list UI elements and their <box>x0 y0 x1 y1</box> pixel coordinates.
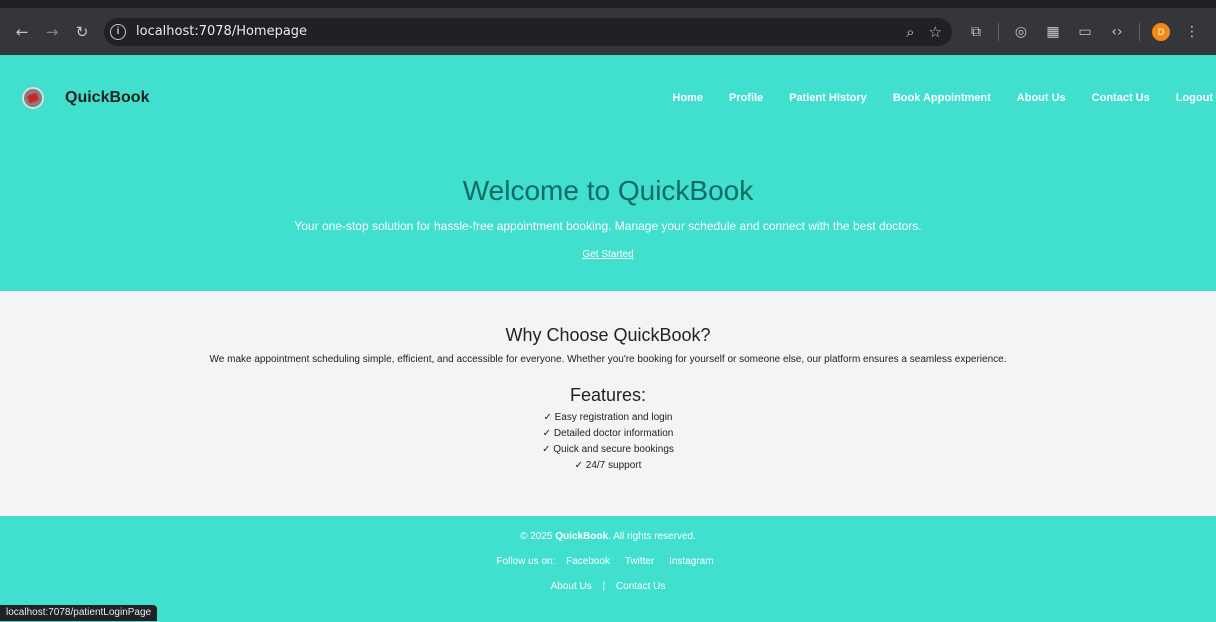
logo-icon <box>22 87 44 109</box>
features-title: Features: <box>569 385 647 405</box>
footer-links: About Us | Contact Us <box>0 581 1216 592</box>
nav-home[interactable]: Home <box>672 92 703 104</box>
nav-logout[interactable]: Logout <box>1176 92 1213 104</box>
nav-book-appointment[interactable]: Book Appointment <box>893 92 991 104</box>
navbar: QuickBook Home Profile Patient History B… <box>0 55 1216 141</box>
nav-links: Home Profile Patient History Book Appoin… <box>646 92 1216 104</box>
hero: Welcome to QuickBook Your one-stop solut… <box>0 141 1216 262</box>
feature-item: ✓ Quick and secure bookings <box>542 444 674 455</box>
qr-code-icon[interactable]: ▦ <box>1039 18 1067 46</box>
feature-item: ✓ Detailed doctor information <box>542 428 674 439</box>
nav-patient-history[interactable]: Patient History <box>789 92 867 104</box>
reload-icon[interactable]: ↻ <box>68 18 96 46</box>
zoom-icon[interactable]: ⌕ <box>906 23 914 41</box>
address-bar[interactable]: i localhost:7078/Homepage ⌕ ☆ <box>104 17 952 46</box>
footer-about-link[interactable]: About Us <box>551 581 592 592</box>
menu-kebab-icon[interactable]: ⋮ <box>1178 18 1206 46</box>
why-title: Why Choose QuickBook? <box>505 325 711 345</box>
nav-contact-us[interactable]: Contact Us <box>1092 92 1150 104</box>
nav-about-us[interactable]: About Us <box>1017 92 1066 104</box>
bookmark-star-icon[interactable]: ☆ <box>929 23 942 41</box>
browser-tab-strip <box>0 0 1216 8</box>
social-row: Follow us on: Facebook Twitter Instagram <box>0 556 1216 567</box>
facebook-link[interactable]: Facebook <box>566 556 610 567</box>
site-info-icon[interactable]: i <box>110 23 126 40</box>
footer-separator: | <box>602 581 606 592</box>
cast-icon[interactable]: ▭ <box>1071 18 1099 46</box>
features-list: ✓ Easy registration and login ✓ Detailed… <box>0 410 1216 474</box>
brand-name: QuickBook <box>65 89 150 106</box>
forward-arrow-icon[interactable]: → <box>38 18 66 46</box>
copyright-suffix: . All rights reserved. <box>608 531 696 542</box>
back-arrow-icon[interactable]: ← <box>8 18 36 46</box>
feature-item: ✓ 24/7 support <box>574 460 642 471</box>
lens-icon[interactable]: ◎ <box>1007 18 1035 46</box>
copyright-prefix: © 2025 <box>520 531 553 542</box>
devtools-icon[interactable]: ‹› <box>1103 18 1131 46</box>
toolbar-divider <box>998 22 999 41</box>
twitter-link[interactable]: Twitter <box>625 556 654 567</box>
follow-label: Follow us on: <box>496 556 556 567</box>
feature-item: ✓ Easy registration and login <box>543 412 673 423</box>
footer: © 2025 QuickBook. All rights reserved. F… <box>0 516 1216 622</box>
hero-subtitle: Your one-stop solution for hassle-free a… <box>294 219 922 233</box>
instagram-link[interactable]: Instagram <box>669 556 713 567</box>
browser-toolbar: ← → ↻ i localhost:7078/Homepage ⌕ ☆ ⧉ ◎ … <box>0 8 1216 55</box>
get-started-link[interactable]: Get Started <box>582 249 633 260</box>
extensions-icon[interactable]: ⧉ <box>962 18 990 46</box>
address-url[interactable]: localhost:7078/Homepage <box>136 24 307 39</box>
nav-profile[interactable]: Profile <box>729 92 763 104</box>
copyright-brand: QuickBook <box>555 531 609 542</box>
footer-contact-link[interactable]: Contact Us <box>616 581 665 592</box>
hero-title: Welcome to QuickBook <box>462 175 754 206</box>
main-content: Why Choose QuickBook? We make appointmen… <box>0 291 1216 516</box>
site-header: QuickBook Home Profile Patient History B… <box>0 55 1216 291</box>
profile-avatar[interactable]: D <box>1152 22 1170 41</box>
status-url-tooltip: localhost:7078/patientLoginPage <box>0 605 158 621</box>
why-text: We make appointment scheduling simple, e… <box>209 354 1007 365</box>
copyright: © 2025 QuickBook. All rights reserved. <box>0 531 1216 542</box>
toolbar-divider <box>1139 22 1140 41</box>
